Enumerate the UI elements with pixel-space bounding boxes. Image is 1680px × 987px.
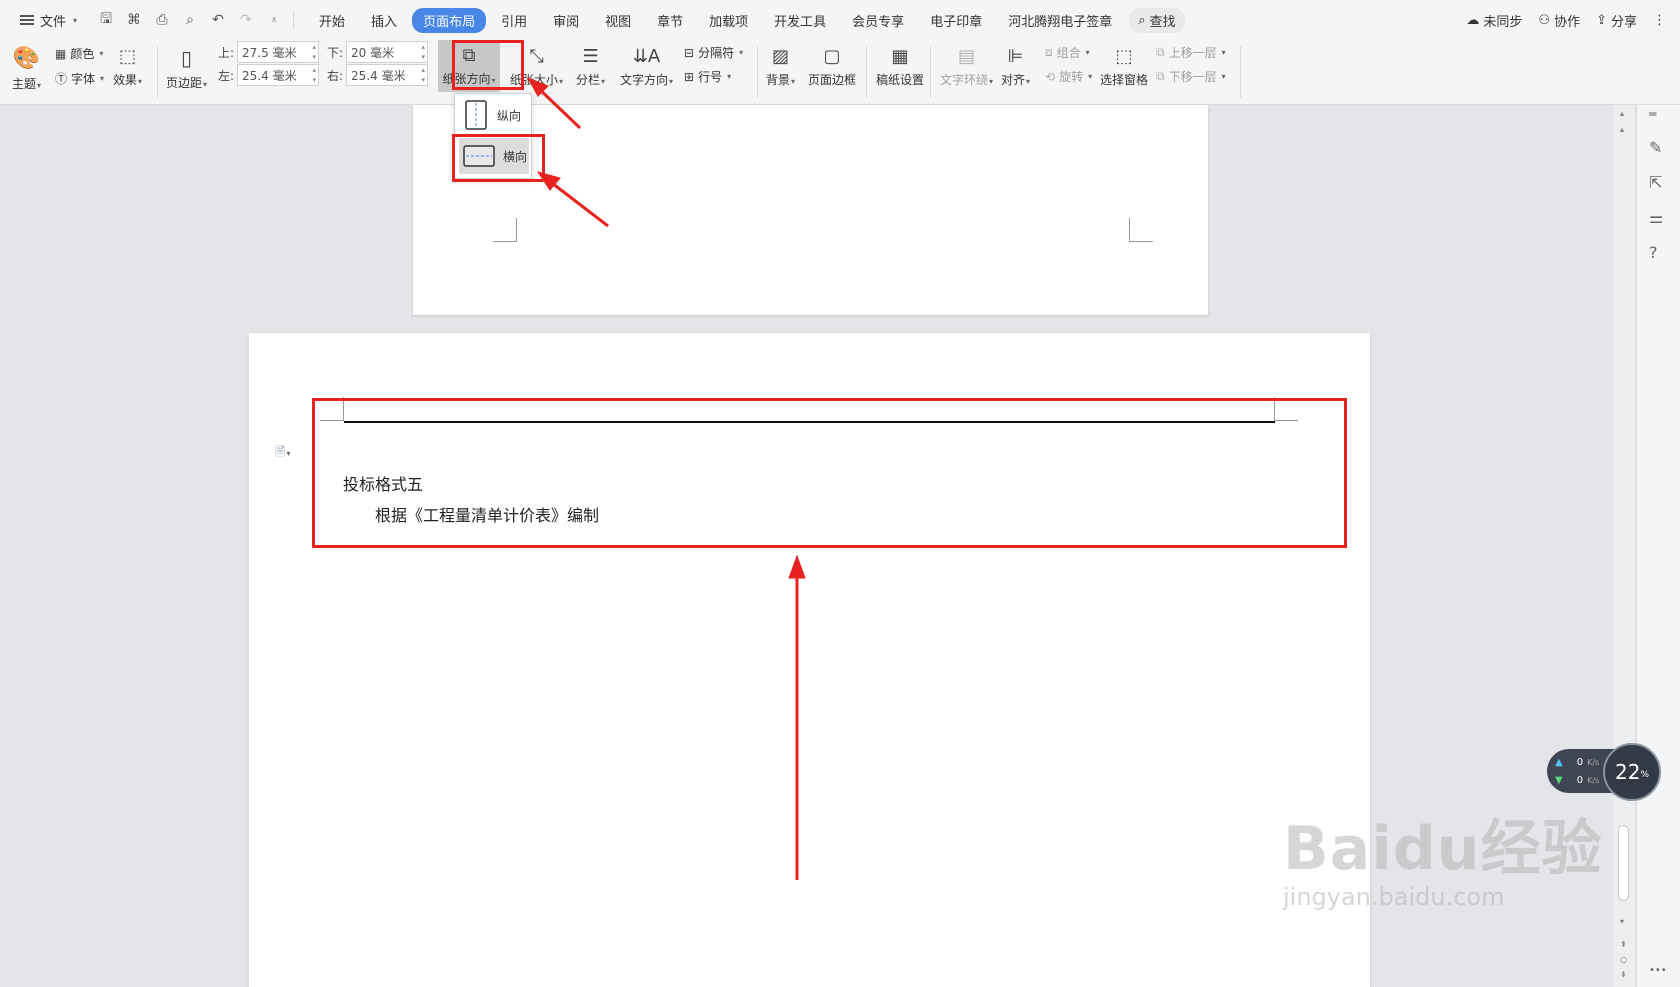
- download-speed: ▼ 0 K/s: [1555, 775, 1599, 786]
- next-page-icon[interactable]: ⇟: [1620, 970, 1627, 979]
- baidu-brand-text: Baidu经验: [1283, 814, 1603, 884]
- memory-percent-unit: %: [1640, 770, 1649, 780]
- edit-pen-icon[interactable]: ✎: [1649, 138, 1662, 157]
- arrow-down-icon: ▼: [1555, 775, 1563, 786]
- upload-speed-value: 0: [1576, 757, 1584, 768]
- arrow-to-orientation-button: [534, 84, 582, 130]
- more-horizontal-icon[interactable]: •••: [1649, 965, 1667, 976]
- download-speed-value: 0: [1576, 775, 1584, 786]
- pointer-select-icon[interactable]: ⇱: [1649, 173, 1662, 192]
- upload-speed: ▲ 0 K/s: [1555, 757, 1599, 768]
- help-icon[interactable]: ?: [1649, 243, 1658, 262]
- prev-page-icon[interactable]: ⇞: [1620, 940, 1627, 949]
- scroll-up-icon[interactable]: ▴: [1620, 109, 1624, 118]
- download-speed-unit: K/s: [1587, 776, 1600, 785]
- scroll-down-icon[interactable]: ▾: [1620, 917, 1624, 926]
- vertical-scrollbar[interactable]: ▴ ▴ ▾ ⇞ ○ ⇟: [1614, 105, 1634, 987]
- scroll-up-icon[interactable]: ▴: [1620, 125, 1624, 134]
- right-sidebar: ═ ✎ ⇱ ⚌ ? •••: [1636, 105, 1680, 987]
- arrow-up-icon: ▲: [1555, 757, 1563, 768]
- sidebar-collapse-icon[interactable]: ═: [1649, 107, 1656, 121]
- upload-speed-unit: K/s: [1587, 758, 1600, 767]
- browse-object-icon[interactable]: ○: [1620, 955, 1627, 964]
- arrow-head: [788, 554, 806, 579]
- baidu-watermark: Baidu经验 jingyan.baidu.com: [1283, 800, 1602, 911]
- baidu-url-text: jingyan.baidu.com: [1283, 883, 1505, 911]
- memory-percent-value: 22: [1614, 760, 1641, 784]
- settings-sliders-icon[interactable]: ⚌: [1649, 208, 1663, 227]
- memory-usage-gauge[interactable]: 22%: [1603, 743, 1661, 801]
- arrow-to-landscape-option: [547, 178, 609, 228]
- scrollbar-thumb[interactable]: [1618, 825, 1629, 901]
